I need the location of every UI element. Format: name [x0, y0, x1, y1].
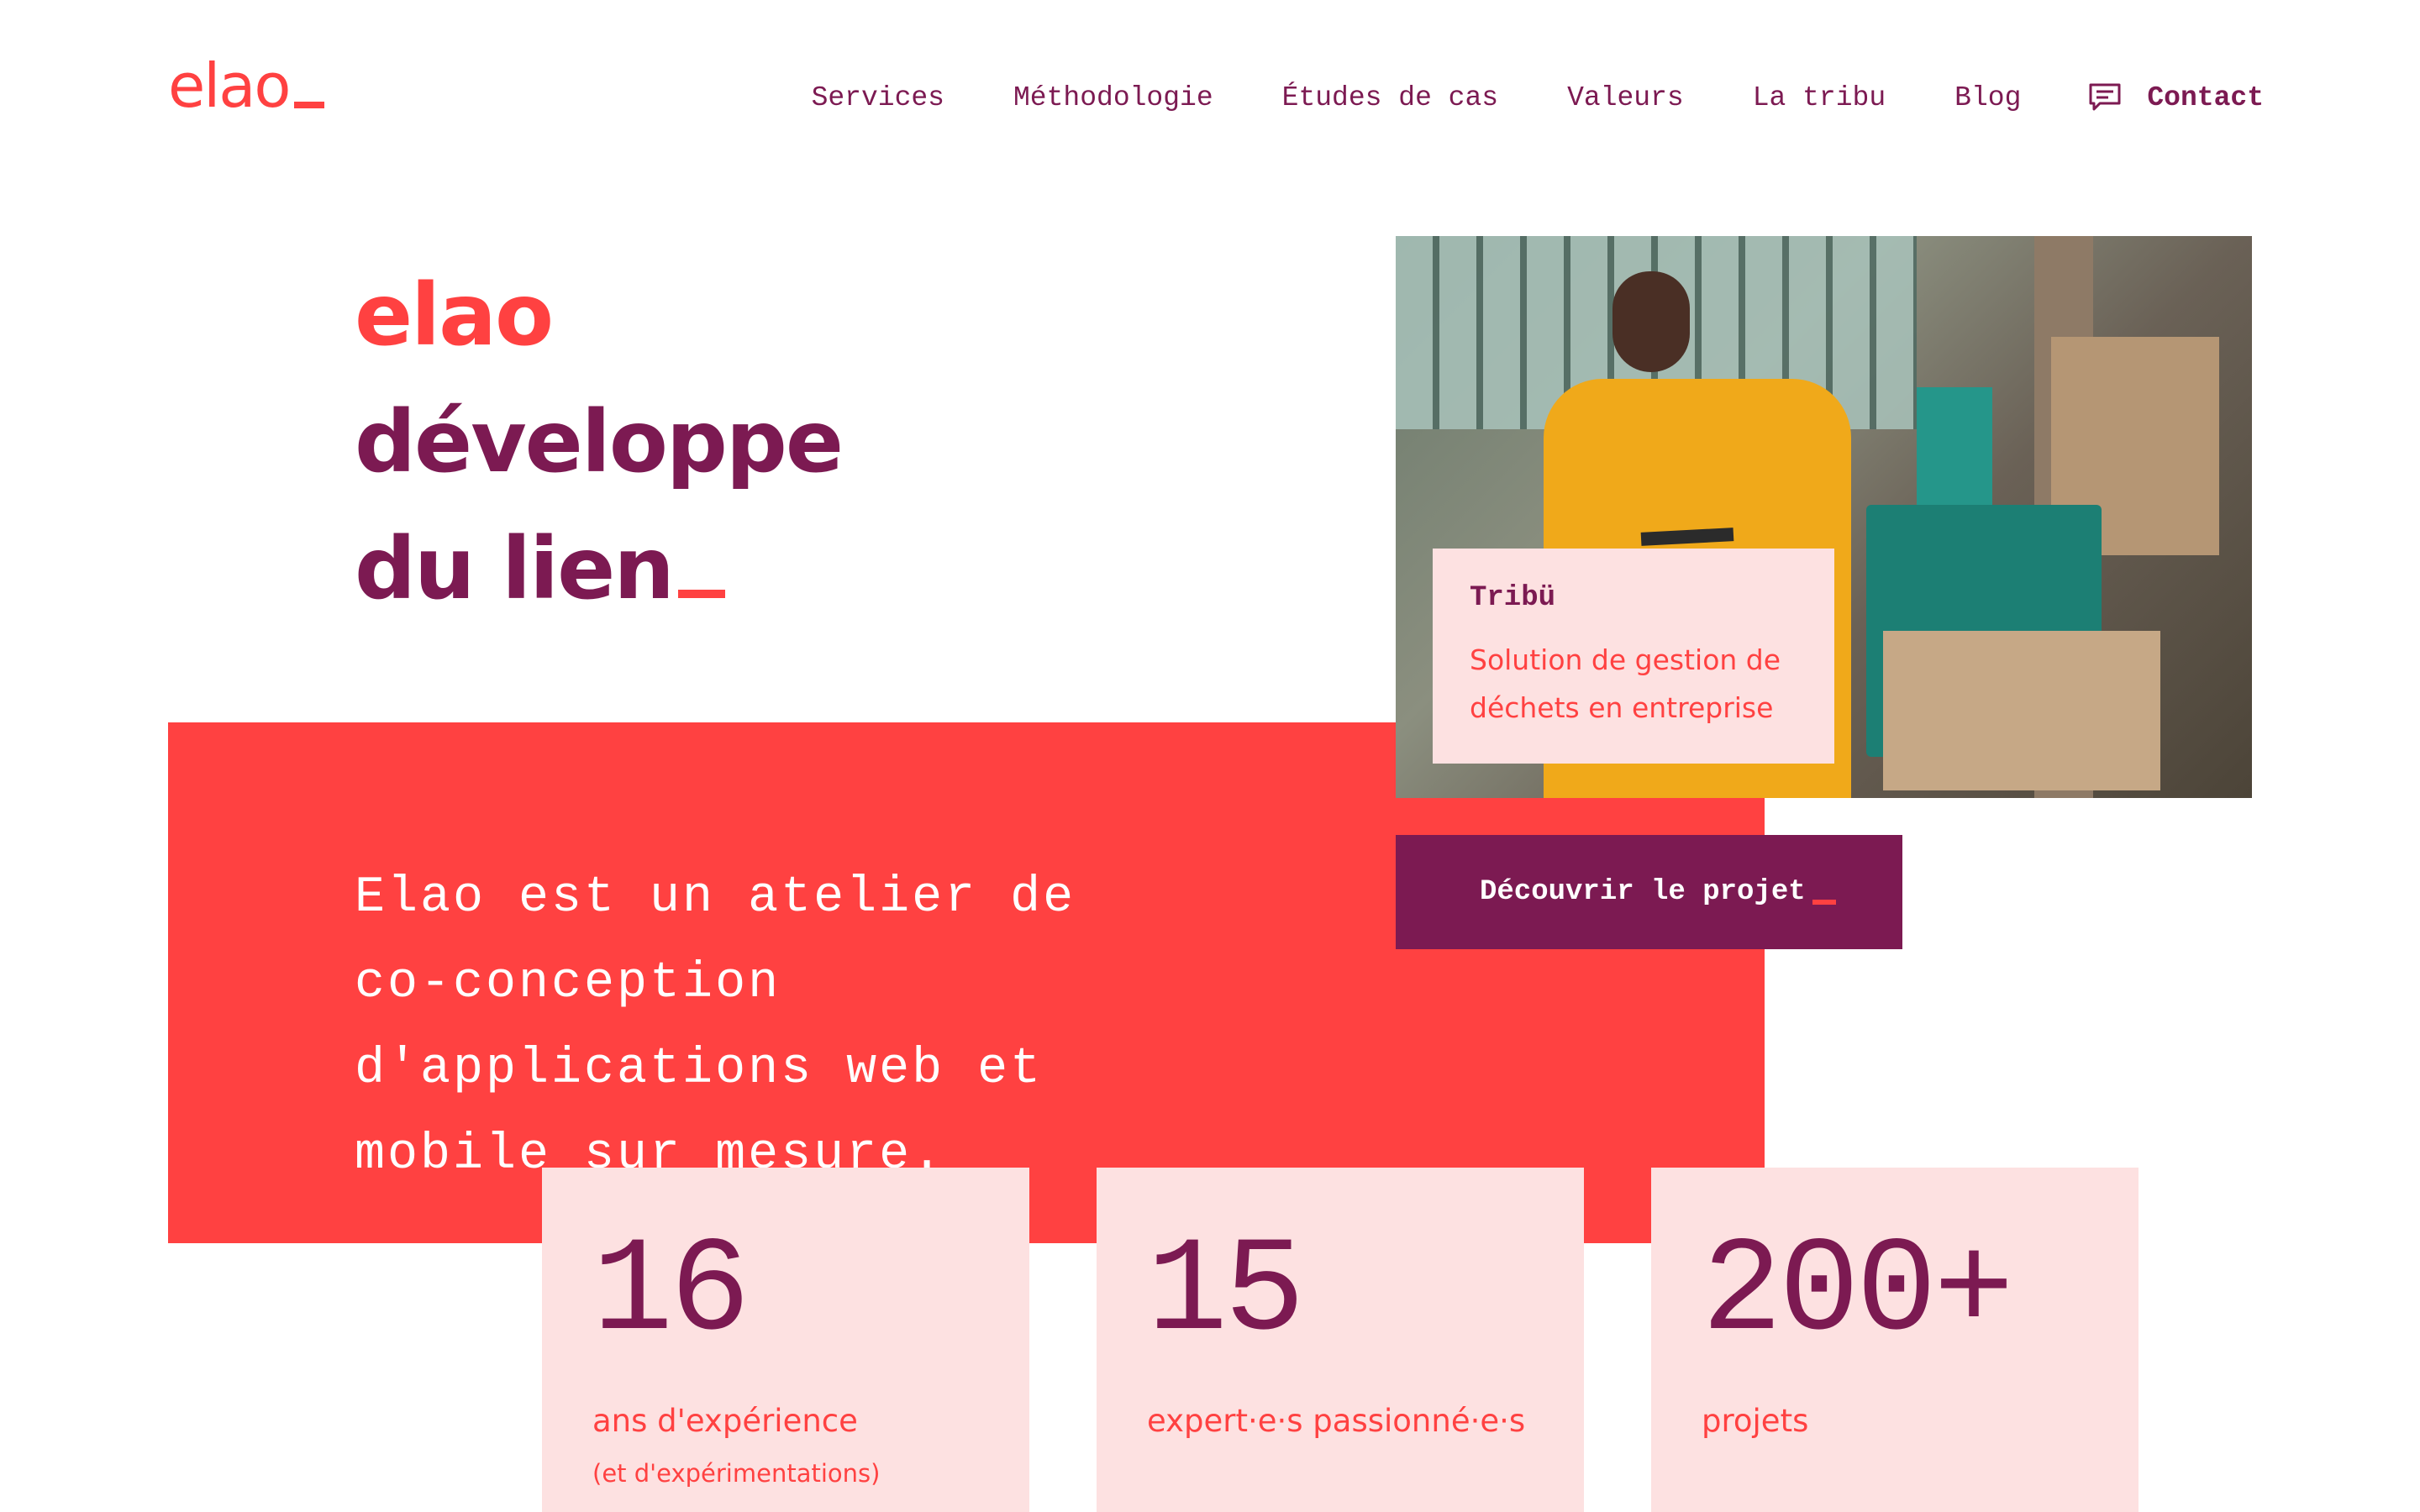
button-underscore — [1812, 900, 1836, 905]
nav-etudes-de-cas[interactable]: Études de cas — [1282, 84, 1498, 112]
stat-card-projects: 200+ projets — [1651, 1168, 2139, 1512]
hero-title: elao développe du lien — [355, 252, 844, 633]
stat-label: ans d'expérience — [592, 1403, 858, 1439]
stat-card-years: 16 ans d'expérience (et d'expérimentatio… — [542, 1168, 1029, 1512]
logo[interactable]: elao — [168, 55, 325, 116]
photo-person-head — [1612, 271, 1690, 372]
stat-sublabel: (et d'expérimentations) — [592, 1459, 881, 1488]
title-underscore — [677, 590, 725, 598]
project-caption: Tribü Solution de gestion de déchets en … — [1433, 549, 1834, 764]
logo-underscore — [294, 102, 325, 108]
nav-blog[interactable]: Blog — [1954, 84, 2021, 112]
nav-methodologie[interactable]: Méthodologie — [1013, 84, 1213, 112]
contact-label: Contact — [2147, 81, 2264, 113]
discover-label: Découvrir le projet — [1480, 876, 1806, 908]
hero-line-1: elao — [355, 265, 554, 365]
chat-bubble-icon — [2089, 83, 2121, 111]
stat-label: expert·e·s passionné·e·s — [1147, 1403, 1526, 1439]
nav-la-tribu[interactable]: La tribu — [1753, 84, 1886, 112]
project-title: Tribü — [1470, 582, 1556, 614]
nav-contact[interactable]: Contact — [2088, 82, 2264, 113]
intro-text: Elao est un atelier de co-conception d'a… — [355, 869, 1076, 1184]
hero-line-3: du lien — [355, 506, 842, 633]
stat-card-experts: 15 expert·e·s passionné·e·s — [1097, 1168, 1584, 1512]
nav-services[interactable]: Services — [812, 84, 944, 112]
stat-number: 200+ — [1702, 1217, 2014, 1369]
stat-number: 16 — [592, 1217, 750, 1369]
hero-line-2: développe — [355, 392, 844, 492]
photo-crate — [1883, 631, 2160, 790]
project-description: Solution de gestion de déchets en entrep… — [1470, 643, 1781, 724]
discover-project-button[interactable]: Découvrir le projet — [1396, 835, 1902, 949]
main-nav: Services Méthodologie Études de cas Vale… — [743, 82, 2264, 113]
nav-valeurs[interactable]: Valeurs — [1567, 84, 1684, 112]
stat-label: projets — [1702, 1403, 1809, 1439]
stat-number: 15 — [1147, 1217, 1305, 1369]
